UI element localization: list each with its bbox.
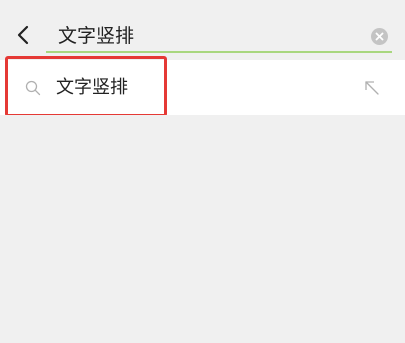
clear-search-button[interactable] — [371, 28, 388, 45]
results-area — [0, 115, 405, 343]
clear-circle-icon — [375, 32, 384, 41]
search-suggestion-item[interactable]: 文字竖排 — [0, 60, 405, 115]
search-input[interactable] — [46, 19, 358, 49]
back-button[interactable] — [14, 22, 34, 48]
search-input-underline — [46, 51, 392, 53]
suggestion-label: 文字竖排 — [56, 77, 128, 98]
chevron-left-icon — [17, 25, 29, 45]
arrow-up-left-icon — [365, 81, 379, 95]
search-bar — [0, 0, 405, 60]
search-icon — [25, 80, 41, 96]
fill-suggestion-button[interactable] — [364, 80, 380, 96]
